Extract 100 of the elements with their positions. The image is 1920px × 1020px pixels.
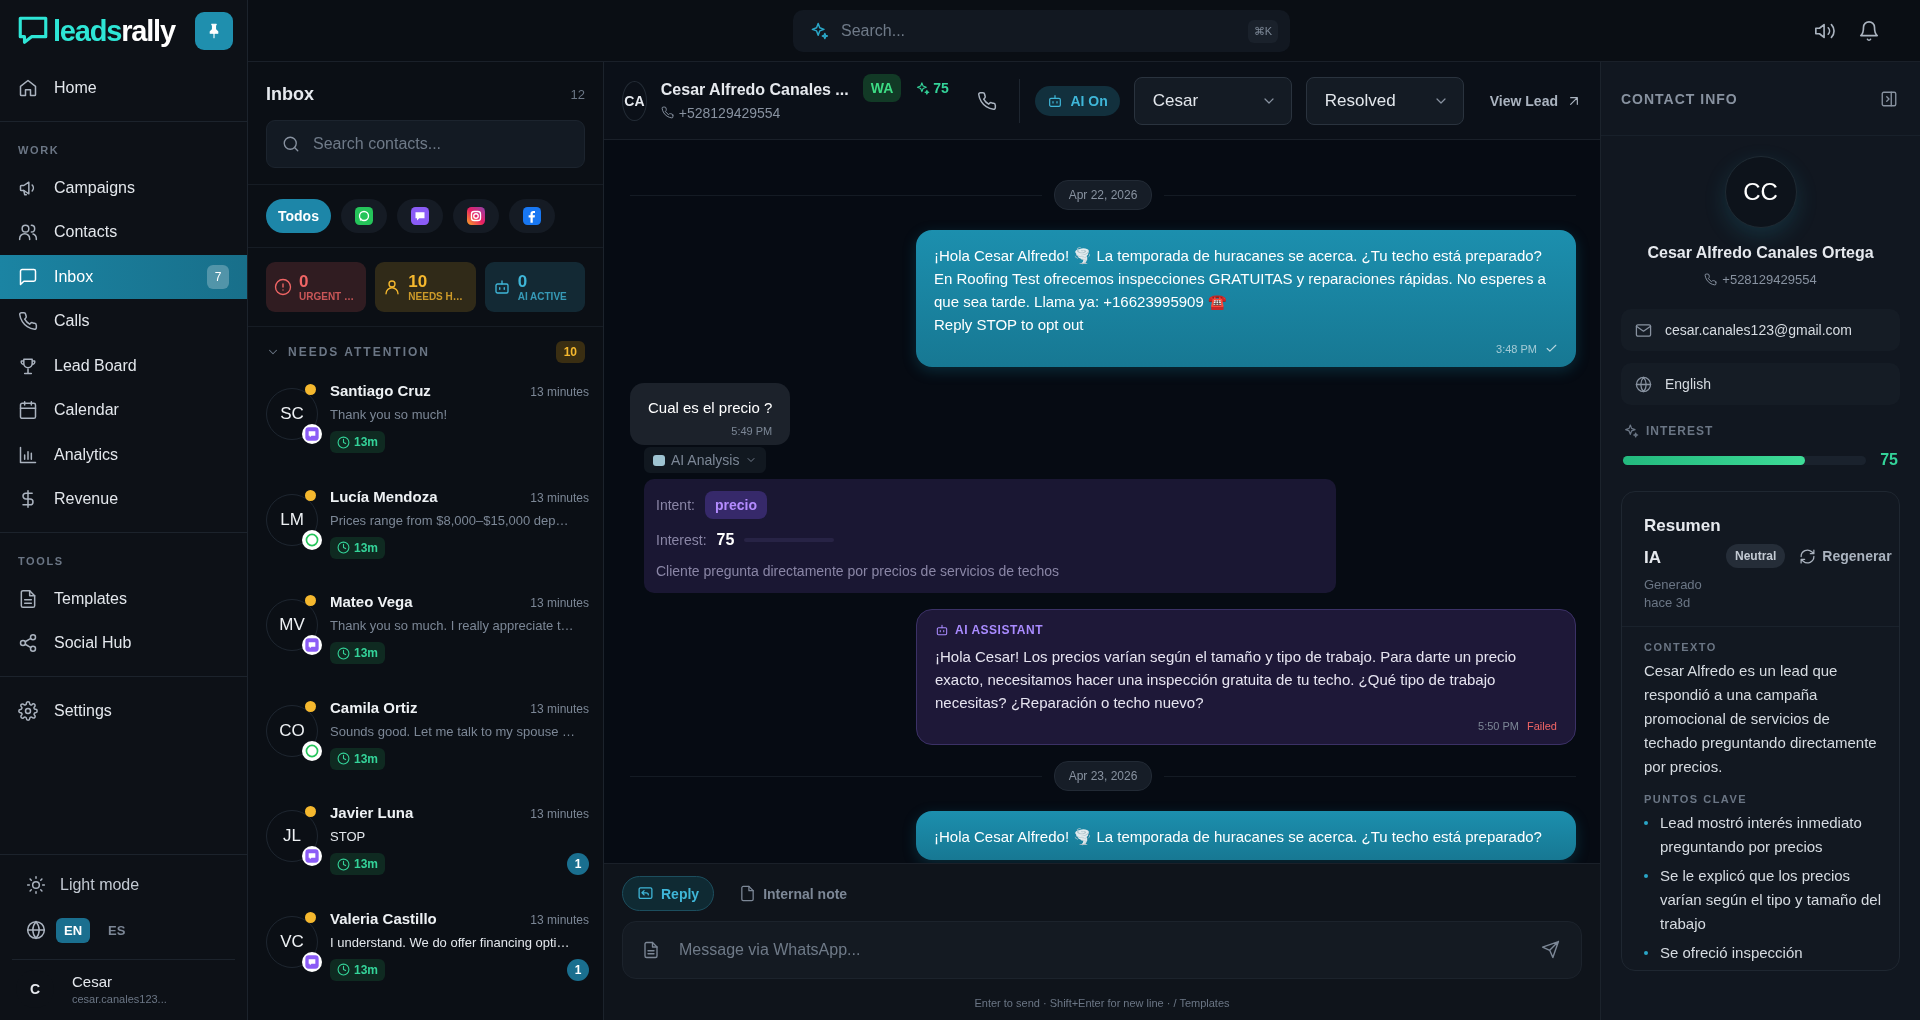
person-icon (383, 278, 402, 296)
collapse-panel-button[interactable] (1880, 89, 1898, 108)
wait-time-badge: 13m (330, 853, 386, 875)
language-option[interactable]: EN (56, 917, 91, 943)
search-field[interactable]: Search contacts... (266, 120, 585, 168)
outgoing-message: ¡Hola Cesar Alfredo! 🌪 La temporada de huracanes se acerca. ¿Tu techo está preparado? (916, 811, 1576, 860)
incoming-message: Cual es el precio ? 5:49 PM (630, 383, 791, 445)
outgoing-message: ¡Hola Cesar Alfredo! 🌪 La temporada de huracanes se acerca. ¿Tu techo está preparado? En Roofing Test ofrecemos inspecciones GRATUITAS y reparaciones rápidas. No esperes a que sea tarde. Llama ya: +16623995909 ☎ Reply STOP to opt out 3:48 PM (916, 230, 1576, 367)
filter-tab[interactable]: Todos (266, 199, 331, 233)
timestamp: 13 minutes (530, 596, 589, 610)
nav-item[interactable]: Calendar (0, 388, 247, 433)
nav-item[interactable]: Calls (0, 299, 247, 344)
contact-name: Camila Ortiz (330, 698, 418, 716)
channel-filter[interactable] (508, 199, 555, 233)
phone-icon (18, 311, 38, 332)
nav-item[interactable]: Templates (0, 576, 247, 621)
stat-value: 0 (517, 272, 529, 291)
message-icon (302, 951, 322, 972)
contact-name: Lucía Mendoza (330, 487, 438, 505)
interest-label: INTEREST (1646, 424, 1714, 438)
people-icon (18, 222, 38, 243)
message-preview: Sounds good. Let me talk to my spouse … (330, 723, 575, 739)
conversation-count: 12 (570, 86, 585, 102)
conversation-item[interactable]: CO Camila Ortiz 13 minutes Sounds good. Let me talk to my spouse … 13m (248, 687, 603, 793)
stat-value: 10 (408, 272, 429, 291)
conversation-item[interactable]: JL Javier Luna 13 minutes STOP 13m 1 (248, 793, 603, 899)
alert-icon (274, 278, 292, 296)
clock-icon (337, 435, 350, 449)
section-label: WORK (17, 142, 61, 158)
user-name: Cesar (72, 973, 113, 990)
status-dropdown[interactable]: Resolved (1305, 76, 1464, 125)
chat-bubble-icon (18, 266, 38, 287)
share-icon (18, 633, 38, 654)
wait-time-badge: 13m (330, 642, 386, 664)
sentiment-badge: Neutral (1726, 544, 1786, 568)
sparkle-icon (915, 80, 931, 96)
regenerate-button[interactable]: Regenerar (1799, 547, 1892, 565)
status-dot (305, 595, 316, 606)
unread-badge: 1 (567, 853, 589, 875)
user-email: cesar.canales123... (72, 993, 167, 1005)
bell-icon (1858, 19, 1880, 42)
conversation-item[interactable]: VC Valeria Castillo 13 minutes I understand. We do offer financing opti… 13m 1 (248, 898, 603, 1004)
call-button[interactable] (976, 90, 997, 111)
status-dot (305, 700, 316, 712)
clock-icon (337, 646, 350, 660)
composer-tab[interactable]: Internal note (724, 876, 863, 911)
message-preview: STOP (330, 829, 366, 844)
check-icon (1545, 342, 1558, 355)
language-field: English (1621, 363, 1900, 405)
bullet-icon (1644, 951, 1648, 955)
assignee-dropdown[interactable]: Cesar (1133, 76, 1292, 125)
theme-toggle[interactable]: Light mode (0, 863, 166, 907)
context-text: Cesar Alfredo es un lead que respondió a una campaña promocional de servicios de techado preguntando directamente por precios. (1644, 661, 1878, 777)
ai-analysis-toggle[interactable]: AI Analysis (644, 447, 767, 473)
nav-item[interactable]: Analytics (0, 432, 247, 477)
composer-tab[interactable]: Reply (622, 876, 715, 911)
conversation-item[interactable]: LM Lucía Mendoza 13 minutes Prices range from $8,000–$15,000 dep… 13m (248, 476, 603, 582)
nav-item[interactable]: Settings (0, 688, 247, 733)
interest-score: 75 (1880, 451, 1898, 469)
message-icon (302, 635, 322, 655)
language-option[interactable]: ES (100, 917, 134, 943)
nav-item[interactable]: Inbox 7 (0, 254, 247, 299)
message-input[interactable]: Message via WhatsApp... (622, 921, 1582, 979)
nav-item[interactable]: Home (0, 66, 247, 111)
panel-title: CONTACT INFO (1621, 90, 1738, 107)
nav-item[interactable]: Campaigns (0, 165, 247, 210)
channel-filter[interactable] (340, 199, 387, 233)
clock-icon (337, 857, 350, 871)
panel-title: Inbox (266, 83, 314, 105)
sun-icon (26, 875, 46, 895)
nav-item[interactable]: Contacts (0, 210, 247, 255)
channel-filter[interactable] (396, 199, 443, 233)
count-badge: 7 (207, 264, 229, 289)
pin-button[interactable] (195, 12, 233, 50)
nav-item[interactable]: Social Hub (0, 621, 247, 666)
contact-name: Cesar Alfredo Canales Ortega (1647, 244, 1874, 262)
section-label: TOOLS (17, 553, 65, 569)
sidebar-toggle-icon (1880, 89, 1898, 108)
nav-item[interactable]: Lead Board (0, 343, 247, 388)
calendar-icon (18, 400, 38, 421)
channel-filter[interactable] (452, 199, 499, 233)
status-dot (305, 384, 316, 395)
status-dot (305, 911, 316, 923)
clock-icon (337, 752, 350, 765)
stat-label: NEEDS H… (408, 290, 463, 302)
conversation-item[interactable]: SC Santiago Cruz 13 minutes Thank you so much! 13m (248, 371, 603, 477)
conversation-item[interactable]: MV Mateo Vega 13 minutes Thank you so much. I really appreciate t… 13m (248, 582, 603, 688)
ai-toggle[interactable]: AI On (1035, 85, 1120, 116)
timestamp: 13 minutes (530, 701, 589, 716)
document-icon (18, 588, 38, 609)
timestamp: 13 minutes (530, 490, 589, 505)
section-toggle[interactable]: NEEDS ATTENTION 10 (248, 327, 603, 371)
bar-chart-icon (18, 444, 38, 465)
notifications-button[interactable] (1858, 19, 1880, 42)
view-lead-link[interactable]: View Lead (1489, 92, 1582, 109)
mail-icon (1635, 321, 1652, 339)
nav-item[interactable]: Revenue (0, 477, 247, 522)
count-badge: 10 (555, 341, 585, 363)
message-preview: I understand. We do offer financing opti… (330, 934, 570, 950)
bullet-icon (1644, 874, 1648, 878)
